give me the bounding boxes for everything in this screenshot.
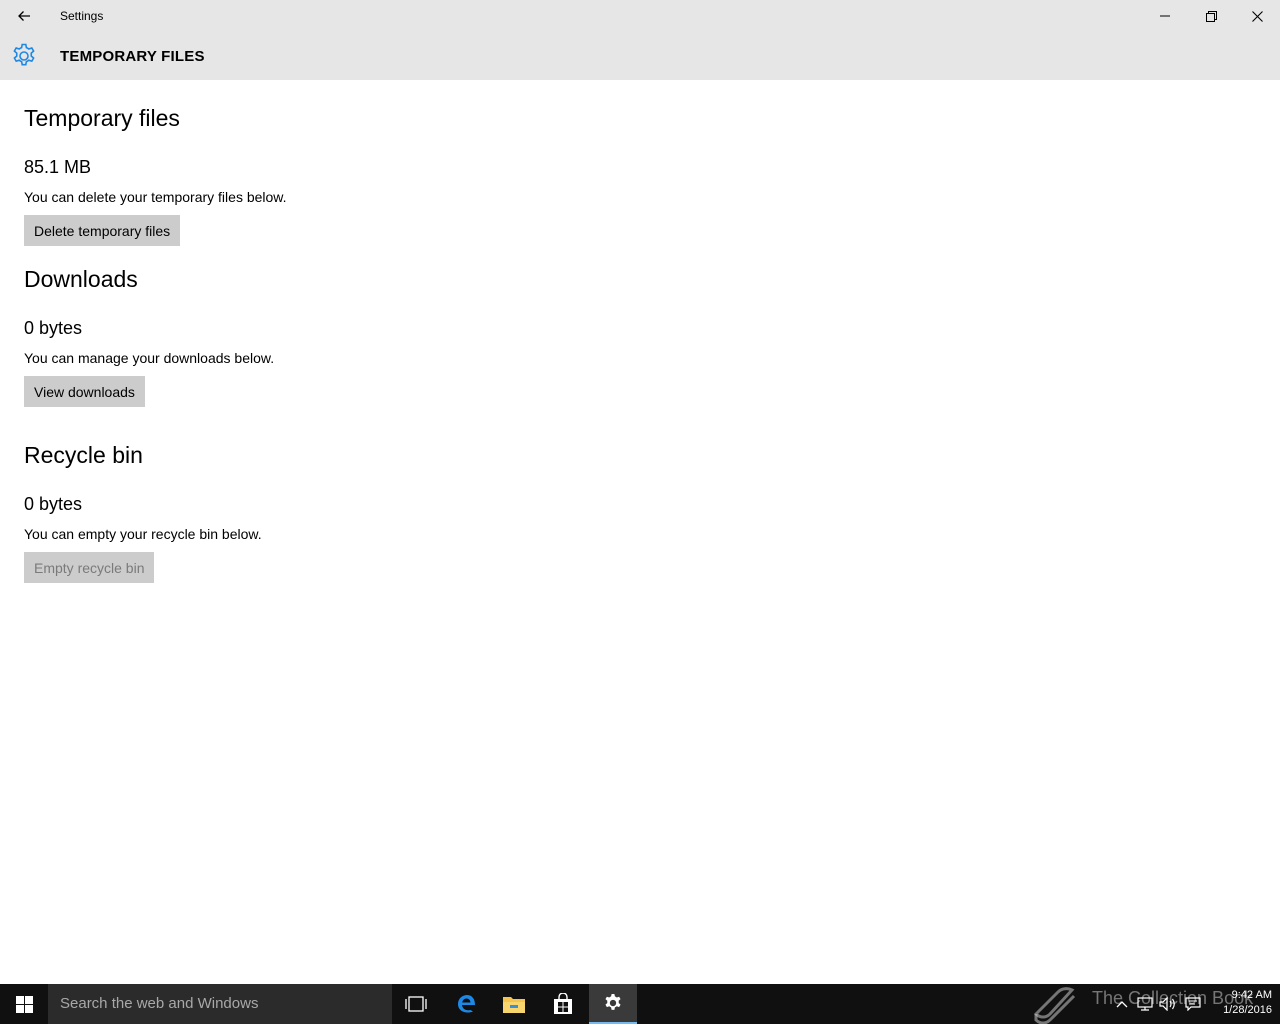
book-watermark-icon: [1033, 987, 1076, 1024]
back-button[interactable]: [8, 0, 40, 32]
taskbar: Search the web and Windows The Collectio…: [0, 984, 1280, 1024]
downloads-description: You can manage your downloads below.: [24, 350, 275, 366]
recycle-bin-heading: Recycle bin: [24, 442, 143, 468]
restore-icon: [1205, 10, 1217, 22]
temporary-files-heading: Temporary files: [24, 105, 180, 131]
recycle-bin-description: You can empty your recycle bin below.: [24, 526, 262, 542]
notification-icon: [1185, 997, 1201, 1011]
show-hidden-icons-button[interactable]: [1112, 994, 1132, 1014]
task-view-button[interactable]: [392, 984, 440, 1024]
page-header: TEMPORARY FILES: [0, 32, 1280, 80]
page-title: TEMPORARY FILES: [60, 48, 205, 65]
view-downloads-button[interactable]: View downloads: [24, 376, 145, 407]
settings-gear-icon: [605, 993, 621, 1010]
start-button[interactable]: [0, 984, 48, 1024]
back-arrow-icon: [18, 11, 30, 21]
minimize-icon: [1160, 15, 1170, 17]
store-bag-icon: [554, 993, 572, 1014]
taskbar-search-box[interactable]: Search the web and Windows: [48, 984, 392, 1024]
temporary-files-description: You can delete your temporary files belo…: [24, 189, 287, 205]
minimize-button[interactable]: [1142, 0, 1188, 32]
folder-icon: [503, 997, 525, 1013]
downloads-size: 0 bytes: [24, 318, 83, 338]
store-button[interactable]: [539, 984, 587, 1024]
window-title: Settings: [60, 9, 104, 23]
taskbar-clock[interactable]: 9:42 AM 1/28/2016: [1208, 988, 1272, 1018]
recycle-bin-size: 0 bytes: [24, 494, 83, 514]
network-button[interactable]: [1135, 994, 1155, 1014]
delete-temporary-files-button[interactable]: Delete temporary files: [24, 215, 181, 246]
task-view-icon: [405, 996, 427, 1012]
close-icon: [1251, 10, 1263, 22]
file-explorer-button[interactable]: [490, 984, 538, 1024]
speaker-icon: [1159, 997, 1175, 1011]
edge-button[interactable]: [442, 984, 490, 1024]
action-center-button[interactable]: [1183, 994, 1203, 1014]
close-button[interactable]: [1234, 0, 1280, 32]
windows-logo-icon: [15, 995, 33, 1013]
edge-browser-icon: [458, 995, 475, 1013]
volume-button[interactable]: [1158, 994, 1178, 1014]
empty-recycle-bin-button[interactable]: Empty recycle bin: [24, 552, 155, 583]
temporary-files-size: 85.1 MB: [24, 157, 92, 177]
clock-time: 9:42 AM: [1231, 989, 1272, 1001]
network-icon: [1137, 997, 1153, 1011]
downloads-heading: Downloads: [24, 266, 138, 292]
gear-icon: [13, 43, 35, 66]
clock-date: 1/28/2016: [1223, 1004, 1272, 1016]
settings-taskbar-button[interactable]: [589, 984, 637, 1024]
restore-button[interactable]: [1188, 0, 1234, 32]
chevron-up-icon: [1116, 1001, 1128, 1008]
title-bar: Settings: [0, 0, 1280, 32]
